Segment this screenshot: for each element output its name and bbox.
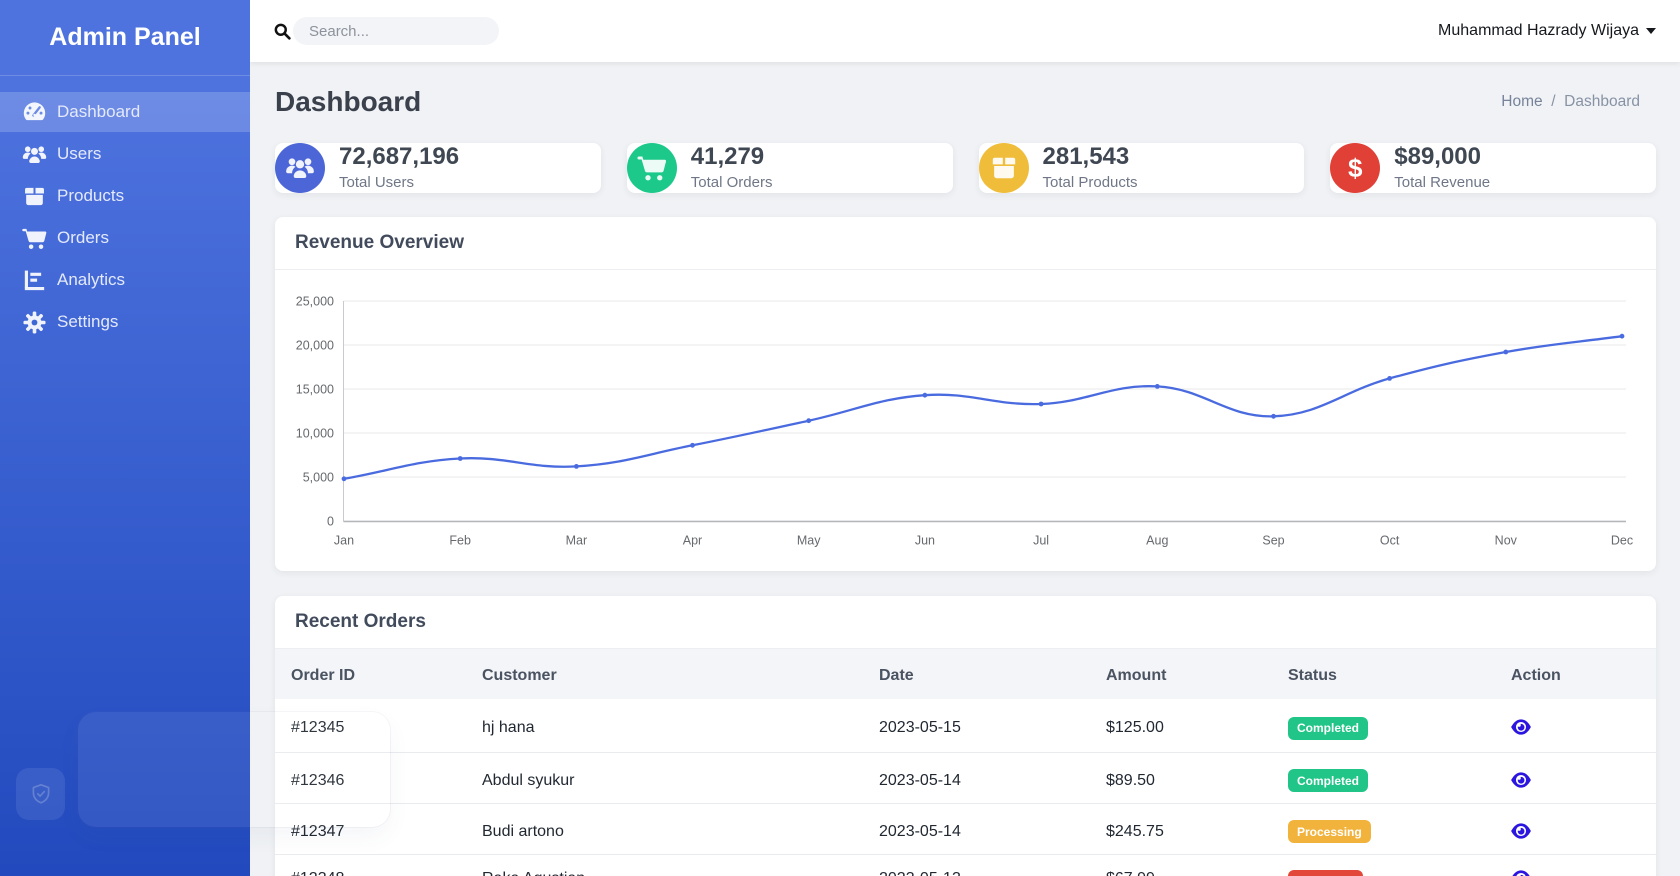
- svg-text:Nov: Nov: [1495, 534, 1518, 548]
- svg-text:Mar: Mar: [566, 534, 588, 548]
- svg-text:15,000: 15,000: [296, 383, 334, 397]
- svg-text:Feb: Feb: [449, 534, 471, 548]
- svg-text:Apr: Apr: [683, 534, 702, 548]
- svg-text:Oct: Oct: [1380, 534, 1400, 548]
- svg-text:Jun: Jun: [915, 534, 935, 548]
- svg-text:Jul: Jul: [1033, 534, 1049, 548]
- svg-text:0: 0: [327, 515, 334, 529]
- svg-text:Dec: Dec: [1611, 534, 1633, 548]
- svg-text:5,000: 5,000: [303, 471, 334, 485]
- svg-text:Aug: Aug: [1146, 534, 1168, 548]
- svg-text:Sep: Sep: [1262, 534, 1284, 548]
- svg-text:May: May: [797, 534, 821, 548]
- svg-text:Jan: Jan: [334, 534, 354, 548]
- svg-text:10,000: 10,000: [296, 427, 334, 441]
- svg-text:20,000: 20,000: [296, 339, 334, 353]
- svg-text:25,000: 25,000: [296, 295, 334, 309]
